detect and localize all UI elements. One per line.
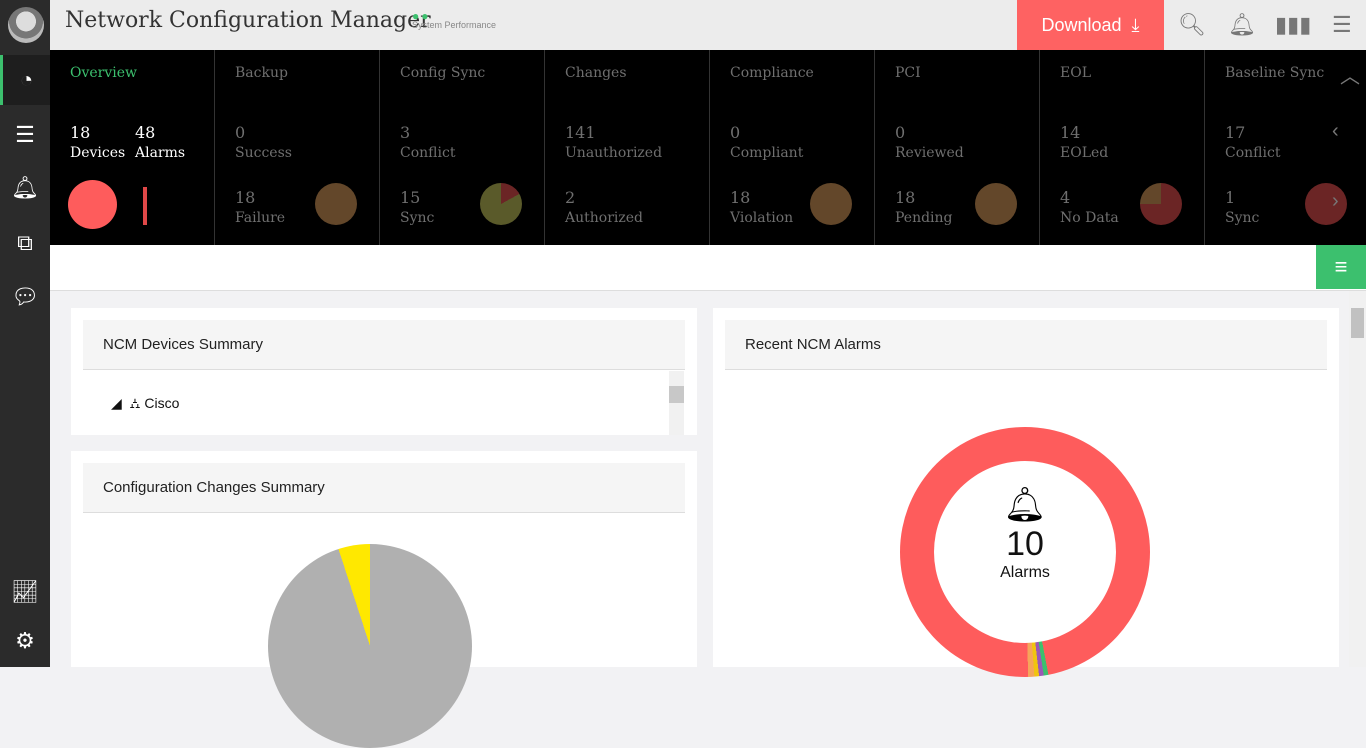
stat-value: 3 xyxy=(400,123,411,142)
hierarchy-icon: ⛼ xyxy=(129,395,141,411)
status-pie xyxy=(480,183,522,225)
inventory-check-icon[interactable]: ☰ xyxy=(0,110,50,160)
menu-button[interactable]: ≡ xyxy=(1316,245,1366,289)
alarm-icon[interactable]: 🔔︎ xyxy=(0,163,50,213)
tree-scrollbar[interactable] xyxy=(669,371,684,435)
collapse-icon[interactable]: ︿ xyxy=(1340,60,1360,89)
status-pie xyxy=(315,183,357,225)
status-pie xyxy=(1305,183,1347,225)
column-title: PCI xyxy=(895,65,921,81)
alarms-count: 48 xyxy=(135,123,156,142)
stat-label: Failure xyxy=(235,210,286,226)
devices-label: Devices xyxy=(70,145,126,161)
app-title: Network Configuration Manager xyxy=(65,8,431,33)
sliders-icon[interactable]: ☰ xyxy=(1332,12,1352,38)
stat-label: Unauthorized xyxy=(565,145,663,161)
devices-summary-panel: NCM Devices Summary ◢ ⛼ Cisco xyxy=(71,308,697,435)
alarm-bell-icon: 🔔︎ xyxy=(1003,486,1047,524)
tree-label: Cisco xyxy=(144,395,180,411)
status-pie xyxy=(1140,183,1182,225)
column-title: EOL xyxy=(1060,65,1091,81)
stat-value: 0 xyxy=(235,123,246,142)
stat-label: Reviewed xyxy=(895,145,964,161)
panel-title: Configuration Changes Summary xyxy=(83,463,685,513)
stat-label: Pending xyxy=(895,210,953,226)
stat-value: 0 xyxy=(730,123,741,142)
stat-label: Compliant xyxy=(730,145,804,161)
next-arrow-icon[interactable]: › xyxy=(1332,190,1339,213)
changes-summary-panel: Configuration Changes Summary xyxy=(71,451,697,748)
stat-label: Sync xyxy=(400,210,435,226)
dashboard-icon[interactable]: ◔ xyxy=(0,55,50,105)
column-title: Config Sync xyxy=(400,65,486,81)
status-pie xyxy=(810,183,852,225)
stat-value: 15 xyxy=(400,188,421,207)
stat-value: 17 xyxy=(1225,123,1246,142)
toolbar: ≡ xyxy=(50,245,1366,291)
alarm-count: 10 xyxy=(1006,525,1044,563)
network-icon[interactable]: ⧉ xyxy=(0,218,50,268)
stat-label: Conflict xyxy=(1225,145,1281,161)
stat-value: 4 xyxy=(1060,188,1071,207)
stat-value: 141 xyxy=(565,123,596,142)
stat-value: 18 xyxy=(730,188,751,207)
column-title: Compliance xyxy=(730,65,814,81)
changes-pie-chart xyxy=(268,544,472,748)
stat-label: No Data xyxy=(1060,210,1119,226)
tab-eol[interactable]: EOL 14 EOLed 4 No Data xyxy=(1040,50,1205,245)
page-scrollbar[interactable] xyxy=(1349,291,1366,667)
prev-arrow-icon[interactable]: ‹ xyxy=(1332,120,1339,143)
column-title: Changes xyxy=(565,65,627,81)
avatar[interactable] xyxy=(8,7,44,43)
tree-node-cisco[interactable]: ◢ ⛼ Cisco xyxy=(111,395,179,414)
tab-changes[interactable]: Changes 141 Unauthorized 2 Authorized xyxy=(545,50,710,245)
tab-config-sync[interactable]: Config Sync 3 Conflict 15 Sync xyxy=(380,50,545,245)
sidebar: ◔ ☰ 🔔︎ ⧉ 💬︎ 📈︎ ⚙ xyxy=(0,0,50,667)
stat-value: 18 xyxy=(895,188,916,207)
stats-strip: Overview 18 Devices 48 Alarms Backup 0 S… xyxy=(50,50,1366,245)
status-pie xyxy=(975,183,1017,225)
alarm-label: Alarms xyxy=(1000,564,1050,581)
panel-title: Recent NCM Alarms xyxy=(725,320,1327,370)
stat-label: Violation xyxy=(730,210,794,226)
stat-label: Success xyxy=(235,145,292,161)
chat-icon[interactable]: 💬︎ xyxy=(0,272,50,322)
stat-value: 1 xyxy=(1225,188,1236,207)
stat-value: 18 xyxy=(235,188,256,207)
column-title: Backup xyxy=(235,65,288,81)
download-label: Download xyxy=(1041,14,1122,35)
tab-backup[interactable]: Backup 0 Success 18 Failure xyxy=(215,50,380,245)
overview-title: Overview xyxy=(70,65,138,81)
tab-compliance[interactable]: Compliance 0 Compliant 18 Violation xyxy=(710,50,875,245)
tab-pci[interactable]: PCI 0 Reviewed 18 Pending xyxy=(875,50,1040,245)
stat-label: Conflict xyxy=(400,145,456,161)
stat-label: Sync xyxy=(1225,210,1260,226)
panel-title: NCM Devices Summary xyxy=(83,320,685,370)
devices-count: 18 xyxy=(70,123,91,142)
alarms-label: Alarms xyxy=(135,145,186,161)
settings-icon[interactable]: ⚙ xyxy=(0,616,50,666)
devices-circle xyxy=(68,180,117,229)
stat-value: 0 xyxy=(895,123,906,142)
header: Network Configuration Manager ●● System P… xyxy=(50,0,1366,50)
vibrate-icon[interactable]: ▮▮▮ xyxy=(1275,12,1311,38)
search-icon[interactable]: 🔍︎ xyxy=(1178,12,1206,38)
tab-overview[interactable]: Overview 18 Devices 48 Alarms xyxy=(50,50,215,245)
system-performance[interactable]: ●● System Performance xyxy=(412,10,497,30)
stat-label: Authorized xyxy=(565,210,643,226)
stat-value: 14 xyxy=(1060,123,1081,142)
perf-label: System Performance xyxy=(412,20,497,30)
stat-label: EOLed xyxy=(1060,145,1109,161)
download-button[interactable]: Download ⤓ xyxy=(1017,0,1164,50)
alarms-donut-chart: 🔔︎ 10 Alarms xyxy=(900,427,1150,677)
column-title: Baseline Sync xyxy=(1225,65,1325,81)
download-icon: ⤓ xyxy=(1131,14,1140,35)
alarms-bar xyxy=(143,187,147,225)
stat-value: 2 xyxy=(565,188,576,207)
bell-icon[interactable]: 🔔︎ xyxy=(1228,12,1256,38)
recent-alarms-panel: Recent NCM Alarms 🔔︎ 10 Alarms xyxy=(713,308,1339,677)
reports-icon[interactable]: 📈︎ xyxy=(0,567,50,617)
